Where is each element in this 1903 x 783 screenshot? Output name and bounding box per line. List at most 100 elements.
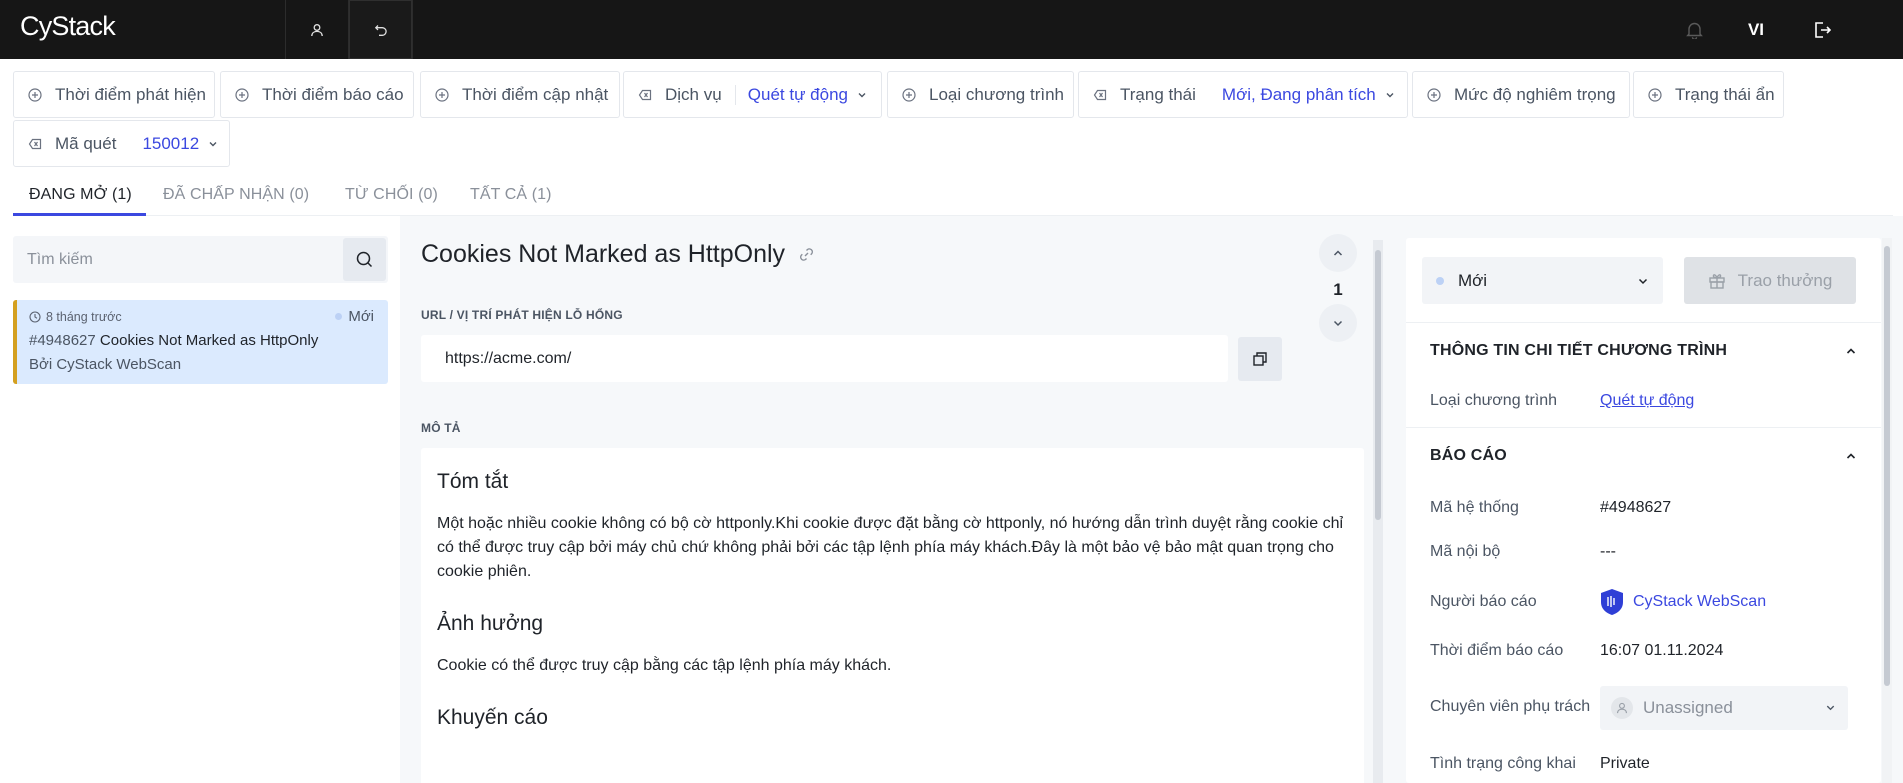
copy-icon — [1253, 352, 1267, 366]
chevron-down-icon — [1385, 90, 1395, 100]
sidebar-scrollbar[interactable] — [1882, 238, 1892, 783]
reward-button[interactable]: Trao thưởng — [1684, 257, 1856, 304]
filter-hidden-status[interactable]: Trạng thái ẩn — [1633, 71, 1784, 118]
copy-button[interactable] — [1238, 337, 1282, 381]
search-icon — [356, 251, 373, 268]
visibility-value: Private — [1600, 755, 1650, 772]
logout-icon — [1815, 21, 1831, 38]
filter-report-time[interactable]: Thời điểm báo cáo — [220, 71, 414, 118]
chevron-down-icon — [208, 139, 218, 149]
next-button[interactable] — [1319, 304, 1357, 342]
filter-label: Mức độ nghiêm trọng — [1454, 84, 1616, 104]
item-reporter: Bởi CyStack WebScan — [29, 356, 182, 373]
visibility-label: Tình trạng công khai — [1430, 755, 1576, 772]
reward-label: Trao thưởng — [1737, 270, 1833, 290]
report-sidebar: Mới Trao thưởng THÔNG TIN CHI TIẾT CHƯƠN… — [1406, 238, 1881, 783]
bell-icon — [1685, 22, 1703, 39]
tab-open[interactable]: ĐANG MỞ (1) — [29, 186, 132, 204]
status-value: Mới — [1458, 270, 1488, 290]
filter-status[interactable]: Trạng thái Mới, Đang phân tích — [1078, 71, 1408, 118]
clear-filter-icon[interactable] — [638, 88, 652, 102]
item-status: Mới — [335, 308, 374, 325]
filter-updated-time[interactable]: Thời điểm cập nhật — [420, 71, 620, 118]
internal-id-value: --- — [1600, 543, 1616, 560]
chevron-up-icon — [1845, 450, 1857, 462]
report-section-header[interactable]: BÁO CÁO — [1406, 427, 1881, 483]
plus-circle-icon — [28, 87, 42, 102]
user-button[interactable] — [285, 0, 349, 59]
chevron-down-icon — [1333, 320, 1343, 327]
url-field[interactable]: https://acme.com/ — [421, 335, 1228, 382]
filter-label: Mã quét — [55, 133, 117, 153]
system-id-label: Mã hệ thống — [1430, 499, 1519, 516]
description-content: Tóm tắt Một hoặc nhiều cookie không có b… — [421, 448, 1364, 783]
notification-button[interactable] — [1676, 0, 1712, 59]
language-switch[interactable]: VI — [1740, 0, 1772, 59]
filter-label: Trạng thái — [1120, 84, 1196, 104]
detail-scrollbar[interactable] — [1373, 240, 1383, 783]
tab-rejected[interactable]: TỪ CHỐI (0) — [345, 186, 438, 204]
filter-scan-id[interactable]: Mã quét 150012 — [13, 120, 230, 167]
clock-icon — [29, 311, 41, 323]
reporter-label: Người báo cáo — [1430, 593, 1537, 610]
report-time-label: Thời điểm báo cáo — [1430, 642, 1564, 659]
assignee-value: Unassigned — [1643, 698, 1733, 717]
status-dot — [1436, 276, 1444, 285]
filter-label: Loại chương trình — [929, 84, 1064, 104]
filter-severity[interactable]: Mức độ nghiêm trọng — [1412, 71, 1630, 118]
assignee-label: Chuyên viên phụ trách — [1430, 698, 1591, 715]
chevron-down-icon — [1825, 702, 1836, 713]
summary-heading: Tóm tắt — [437, 470, 509, 493]
filter-label: Thời điểm báo cáo — [262, 84, 404, 104]
filter-label: Thời điểm cập nhật — [462, 84, 609, 104]
section-title: BÁO CÁO — [1430, 446, 1507, 464]
status-tabs: ĐANG MỞ (1) ĐÃ CHẤP NHẬN (0) TỪ CHỐI (0)… — [13, 174, 1893, 216]
app-logo[interactable]: CyStack — [20, 11, 116, 42]
impact-heading: Ảnh hưởng — [437, 612, 544, 635]
internal-id-label: Mã nội bộ — [1430, 543, 1501, 560]
item-id: #4948627 — [29, 332, 96, 349]
vulnerability-list-panel: 8 tháng trước Mới #4948627 Cookies Not M… — [0, 216, 400, 783]
tab-accepted[interactable]: ĐÃ CHẤP NHẬN (0) — [163, 186, 309, 204]
status-select[interactable]: Mới — [1422, 257, 1663, 304]
top-bar: CyStack VI — [0, 0, 1903, 59]
page-title: Cookies Not Marked as HttpOnly — [421, 240, 786, 268]
filter-detected-time[interactable]: Thời điểm phát hiện — [13, 71, 215, 118]
search-button[interactable] — [343, 238, 386, 281]
filter-label: Thời điểm phát hiện — [55, 84, 207, 104]
chevron-down-icon — [1637, 275, 1649, 287]
user-icon — [1611, 697, 1633, 719]
shield-icon — [1600, 588, 1624, 616]
vulnerability-detail: Cookies Not Marked as HttpOnly 1 URL / V… — [400, 216, 1400, 783]
clear-filter-icon[interactable] — [28, 137, 42, 151]
report-time-value: 16:07 01.11.2024 — [1600, 642, 1724, 659]
program-type-link[interactable]: Quét tự động — [1600, 392, 1694, 410]
plus-circle-icon — [1648, 87, 1662, 102]
chevron-down-icon — [857, 90, 867, 100]
search-input[interactable] — [27, 236, 327, 283]
chevron-up-icon — [1333, 250, 1343, 256]
item-time: 8 tháng trước — [46, 310, 122, 324]
item-status-label: Mới — [348, 308, 374, 325]
list-item[interactable]: 8 tháng trước Mới #4948627 Cookies Not M… — [13, 300, 388, 384]
tab-all[interactable]: TẤT CẢ (1) — [470, 186, 552, 204]
reporter-link[interactable]: CyStack WebScan — [1600, 588, 1766, 616]
user-icon — [311, 23, 323, 36]
assignee-select[interactable]: Unassigned — [1600, 686, 1848, 730]
plus-circle-icon — [902, 87, 916, 102]
link-icon[interactable] — [798, 246, 815, 263]
program-section-header[interactable]: THÔNG TIN CHI TIẾT CHƯƠNG TRÌNH — [1406, 322, 1881, 378]
plus-circle-icon — [435, 87, 449, 102]
previous-button[interactable] — [1319, 234, 1357, 272]
filter-program-type[interactable]: Loại chương trình — [887, 71, 1074, 118]
undo-icon — [374, 24, 387, 36]
filter-value: Mới, Đang phân tích — [1221, 84, 1376, 104]
plus-circle-icon — [1427, 87, 1441, 102]
impact-text: Cookie có thể được truy cập bằng các tập… — [437, 657, 892, 674]
gift-icon — [1708, 272, 1726, 290]
filter-service[interactable]: Dịch vụ Quét tự động — [623, 71, 882, 118]
undo-button[interactable] — [349, 0, 413, 59]
logout-button[interactable] — [1807, 0, 1837, 59]
clear-filter-icon[interactable] — [1093, 88, 1107, 102]
program-type-label: Loại chương trình — [1430, 392, 1558, 409]
